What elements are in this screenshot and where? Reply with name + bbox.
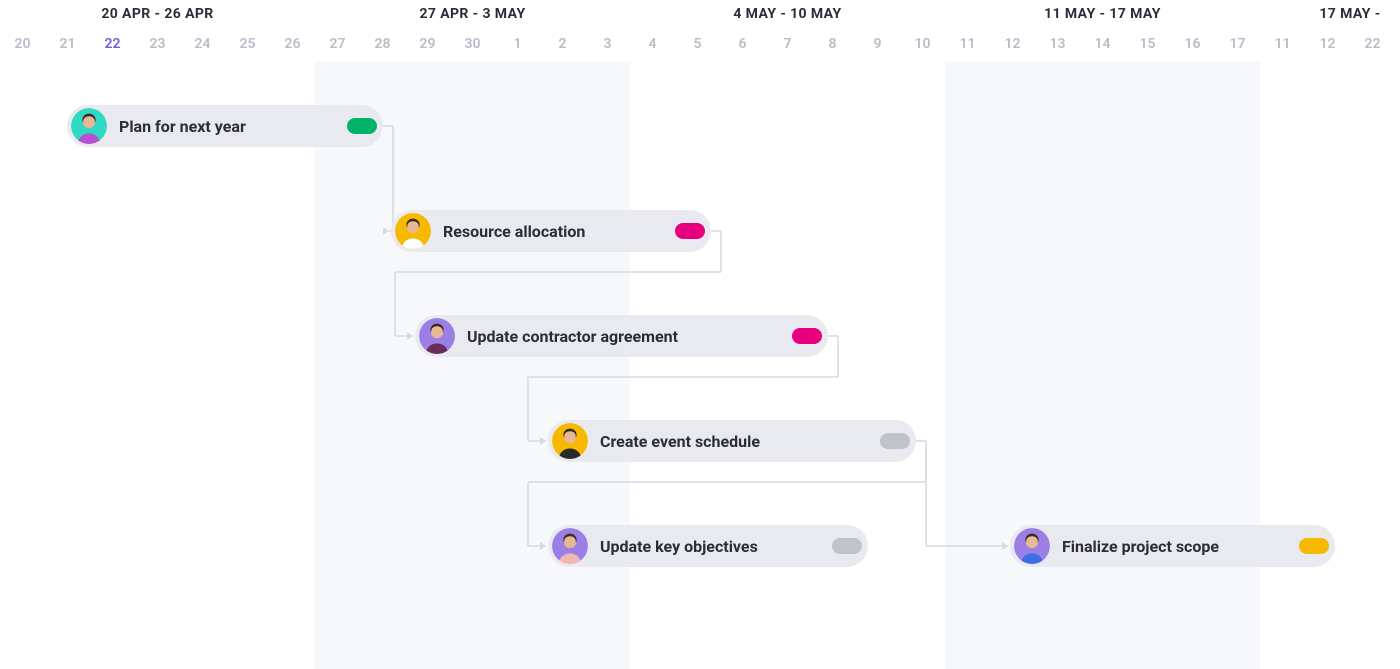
week-label: 20 APR - 26 APR xyxy=(0,6,315,22)
day-label: 9 xyxy=(855,36,900,52)
status-pill[interactable] xyxy=(675,223,705,239)
status-pill[interactable] xyxy=(880,433,910,449)
week-column xyxy=(945,0,1260,669)
task-bar[interactable]: Resource allocation xyxy=(391,210,711,252)
day-label: 2 xyxy=(540,36,585,52)
day-label: 17 xyxy=(1215,36,1260,52)
assignee-avatar[interactable] xyxy=(419,318,455,354)
task-title: Plan for next year xyxy=(119,117,339,136)
day-label: 11 xyxy=(945,36,990,52)
task-title: Finalize project scope xyxy=(1062,537,1291,556)
task-bar[interactable]: Create event schedule xyxy=(548,420,916,462)
status-pill[interactable] xyxy=(347,118,377,134)
day-label: 22 xyxy=(1350,36,1395,52)
week-label: 11 MAY - 17 MAY xyxy=(945,6,1260,22)
task-bar[interactable]: Plan for next year xyxy=(67,105,383,147)
assignee-avatar[interactable] xyxy=(71,108,107,144)
timeline-header: 20 APR - 26 APR27 APR - 3 MAY4 MAY - 10 … xyxy=(0,0,1400,62)
day-label: 23 xyxy=(1395,36,1400,52)
assignee-avatar[interactable] xyxy=(552,528,588,564)
task-title: Resource allocation xyxy=(443,222,667,241)
day-label: 4 xyxy=(630,36,675,52)
status-pill[interactable] xyxy=(832,538,862,554)
day-label: 6 xyxy=(720,36,765,52)
day-label: 13 xyxy=(1035,36,1080,52)
day-label: 11 xyxy=(1260,36,1305,52)
task-title: Update contractor agreement xyxy=(467,327,784,346)
day-label: 7 xyxy=(765,36,810,52)
day-label: 26 xyxy=(270,36,315,52)
assignee-avatar[interactable] xyxy=(1014,528,1050,564)
week-label: 27 APR - 3 MAY xyxy=(315,6,630,22)
status-pill[interactable] xyxy=(1299,538,1329,554)
week-column xyxy=(0,0,315,669)
day-label: 24 xyxy=(180,36,225,52)
day-label: 21 xyxy=(45,36,90,52)
day-label: 29 xyxy=(405,36,450,52)
day-label: 22 xyxy=(90,36,135,52)
status-pill[interactable] xyxy=(792,328,822,344)
day-label: 28 xyxy=(360,36,405,52)
day-label: 12 xyxy=(990,36,1035,52)
task-bar[interactable]: Update contractor agreement xyxy=(415,315,828,357)
day-label: 12 xyxy=(1305,36,1350,52)
day-label: 5 xyxy=(675,36,720,52)
day-label: 27 xyxy=(315,36,360,52)
assignee-avatar[interactable] xyxy=(395,213,431,249)
day-label: 3 xyxy=(585,36,630,52)
task-title: Update key objectives xyxy=(600,537,824,556)
gantt-chart[interactable]: 20 APR - 26 APR27 APR - 3 MAY4 MAY - 10 … xyxy=(0,0,1400,669)
day-label: 15 xyxy=(1125,36,1170,52)
day-label: 14 xyxy=(1080,36,1125,52)
week-label: 4 MAY - 10 MAY xyxy=(630,6,945,22)
day-label: 10 xyxy=(900,36,945,52)
day-label: 30 xyxy=(450,36,495,52)
task-title: Create event schedule xyxy=(600,432,872,451)
day-label: 16 xyxy=(1170,36,1215,52)
assignee-avatar[interactable] xyxy=(552,423,588,459)
task-bar[interactable]: Finalize project scope xyxy=(1010,525,1335,567)
week-label: 17 MAY - xyxy=(1260,6,1400,22)
week-column xyxy=(1260,0,1400,669)
day-label: 25 xyxy=(225,36,270,52)
day-label: 23 xyxy=(135,36,180,52)
day-label: 1 xyxy=(495,36,540,52)
task-bar[interactable]: Update key objectives xyxy=(548,525,868,567)
day-label: 20 xyxy=(0,36,45,52)
day-label: 8 xyxy=(810,36,855,52)
